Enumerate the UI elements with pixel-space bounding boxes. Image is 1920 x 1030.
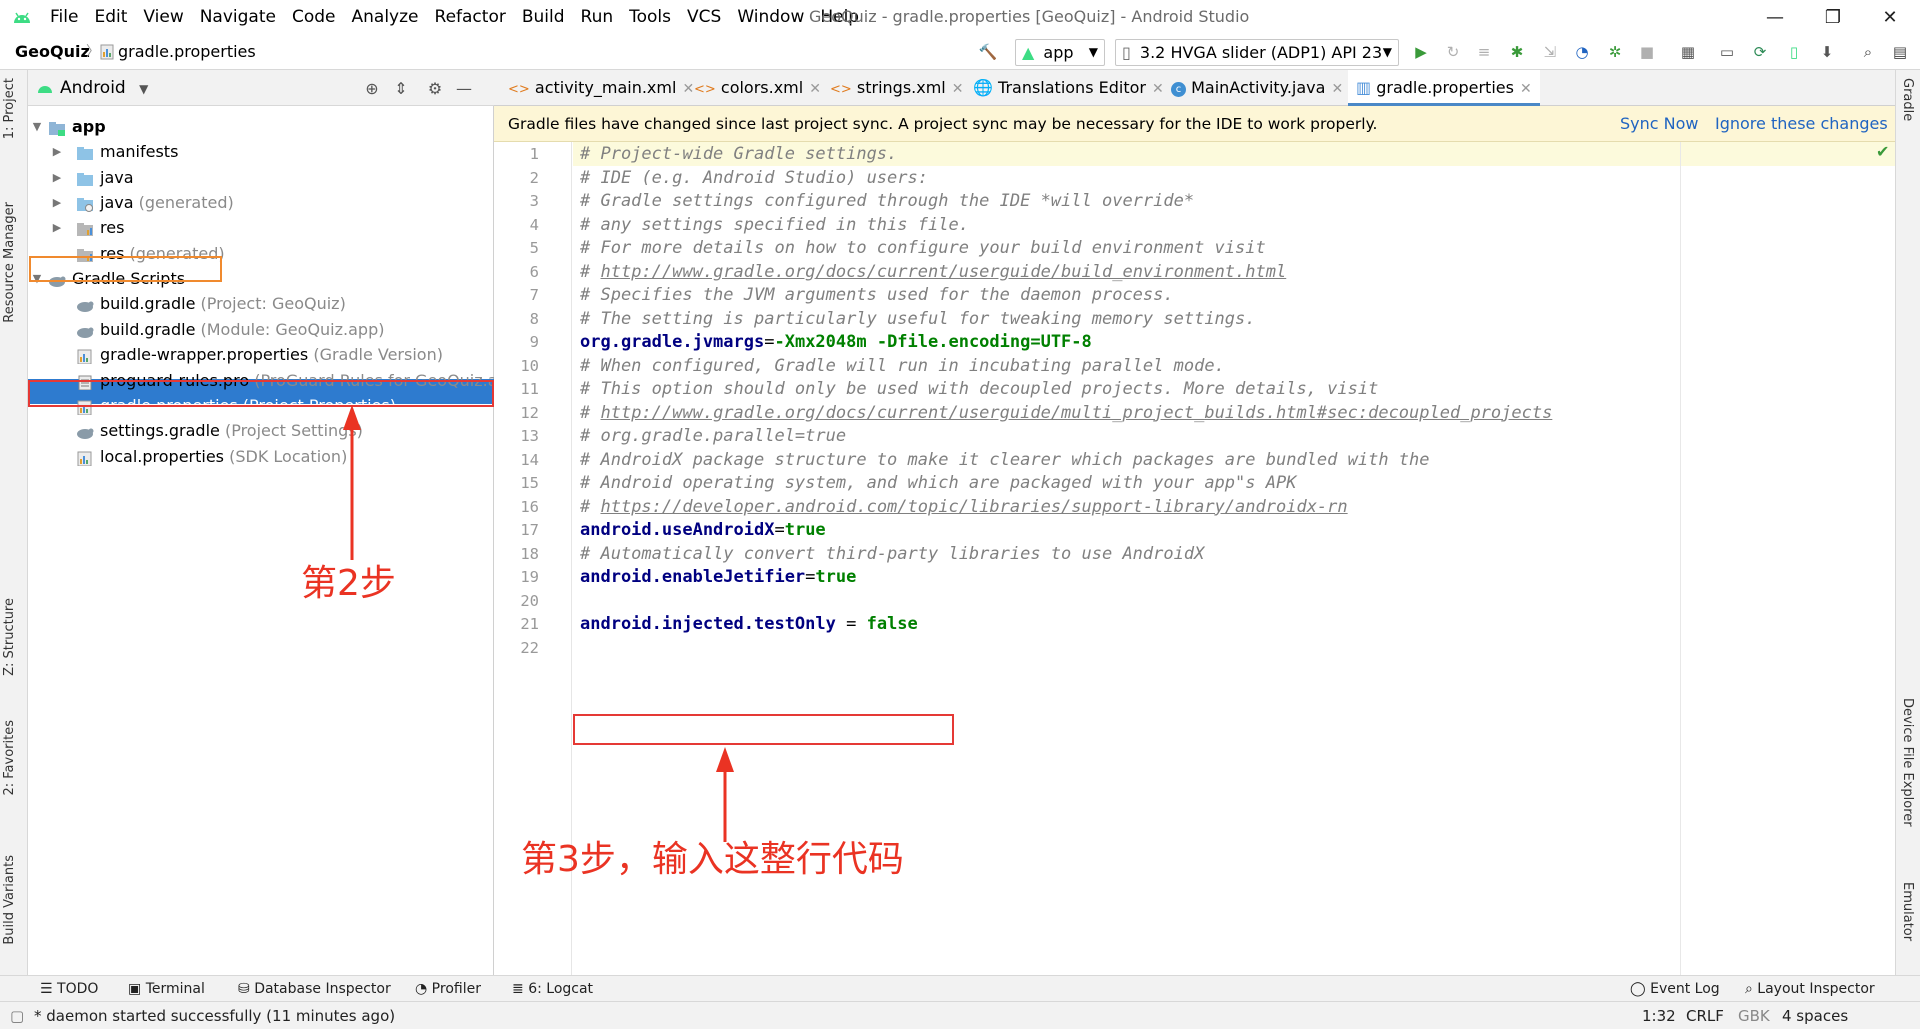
logcat-icon: ≣ — [512, 981, 529, 997]
profiler-icon: ◔ — [415, 981, 432, 997]
step3-arrow-head — [716, 747, 734, 772]
indent-setting[interactable]: 4 spaces — [1782, 1002, 1848, 1030]
layout-inspector-tab[interactable]: ⌕ Layout Inspector — [1745, 976, 1875, 1002]
tab-label: 6: Logcat — [528, 981, 594, 997]
file-encoding[interactable]: GBK — [1738, 1002, 1770, 1030]
tab-label: TODO — [57, 981, 99, 997]
event-log-tab[interactable]: ◯ Event Log — [1630, 976, 1720, 1002]
layout-inspector-icon: ⌕ — [1745, 981, 1758, 997]
tab-label: Profiler — [431, 981, 481, 997]
database-inspector-tab[interactable]: ⛁ Database Inspector — [238, 976, 391, 1002]
tab-label: Event Log — [1650, 981, 1720, 997]
line-separator[interactable]: CRLF — [1686, 1002, 1724, 1030]
terminal-icon: ▣ — [128, 981, 146, 997]
terminal-tab[interactable]: ▣ Terminal — [128, 976, 205, 1002]
bottom-tool-tabs: ☰ TODO ▣ Terminal ⛁ Database Inspector ◔… — [0, 975, 1920, 1001]
step2-annotation: 第2步 — [301, 563, 396, 604]
logcat-tab[interactable]: ≣ 6: Logcat — [512, 976, 593, 1002]
profiler-tab[interactable]: ◔ Profiler — [415, 976, 481, 1002]
step2-arrow-head — [343, 405, 361, 430]
annotation-arrows — [343, 405, 734, 842]
todo-icon: ☰ — [40, 981, 58, 997]
step3-annotation: 第3步，输入这整行代码 — [521, 839, 904, 880]
event-log-icon: ◯ — [1630, 981, 1651, 997]
database-icon: ⛁ — [238, 981, 255, 997]
tab-label: Terminal — [145, 981, 205, 997]
caret-position[interactable]: 1:32 — [1642, 1002, 1676, 1030]
tab-label: Database Inspector — [254, 981, 391, 997]
todo-tab[interactable]: ☰ TODO — [40, 976, 98, 1002]
status-bar: ▢ * daemon started successfully (11 minu… — [0, 1001, 1920, 1029]
toggle-tool-windows-icon[interactable]: ▢ — [10, 1002, 24, 1030]
tab-label: Layout Inspector — [1757, 981, 1875, 997]
status-message[interactable]: * daemon started successfully (11 minute… — [34, 1002, 395, 1030]
